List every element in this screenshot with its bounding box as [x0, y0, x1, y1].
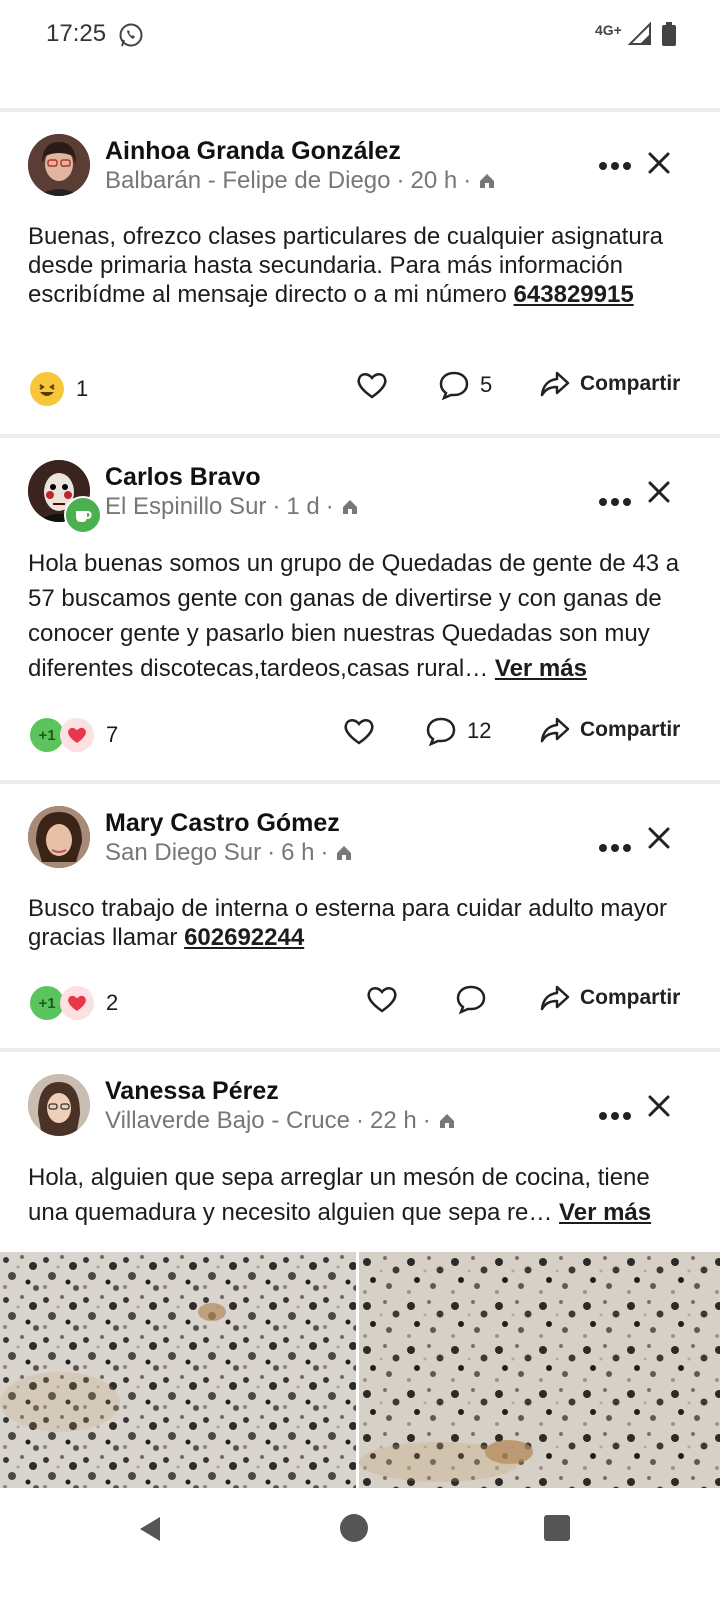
post-photos [0, 1252, 720, 1488]
home-icon [480, 174, 495, 188]
post-card: Ainhoa Granda González Balbarán - Felipe… [0, 112, 720, 434]
plus-one-reaction-icon: +1 [30, 718, 64, 752]
reaction-count: 7 [106, 722, 119, 747]
status-time: 17:25 [46, 20, 107, 47]
reaction-count: 1 [76, 376, 89, 401]
post-location[interactable]: Balbarán - Felipe de Diego [105, 167, 391, 195]
post-text: Hola, alguien que sepa arreglar un mesón… [28, 1164, 652, 1226]
comment-button[interactable] [455, 984, 487, 1014]
network-type: 4G+ [595, 22, 622, 38]
more-icon[interactable] [598, 832, 632, 860]
comment-button[interactable]: 5 [438, 370, 492, 400]
reaction-count: 2 [106, 990, 119, 1015]
post-actions: +1 7 12 Compartir [0, 708, 720, 758]
heart-icon [367, 987, 397, 1013]
previous-post-remnant [0, 68, 720, 108]
post-age: 6 h [281, 839, 315, 866]
more-icon[interactable] [598, 1100, 632, 1128]
post-text: Busco trabajo de interna o esterna para … [28, 895, 668, 951]
close-icon[interactable] [648, 1095, 670, 1122]
post-age: 20 h [410, 167, 458, 194]
photo-granite-2[interactable] [359, 1252, 720, 1488]
like-button[interactable] [366, 984, 398, 1014]
post-meta: San Diego Sur · 6 h · [105, 839, 354, 867]
close-icon[interactable] [648, 827, 670, 854]
author-name[interactable]: Carlos Bravo [105, 463, 261, 492]
avatar[interactable] [28, 1074, 90, 1136]
more-icon[interactable] [598, 486, 632, 514]
battery-icon [662, 22, 676, 51]
comment-icon [439, 371, 469, 400]
post-text: Hola buenas somos un grupo de Quedadas d… [28, 550, 680, 682]
comment-icon [456, 985, 486, 1014]
share-icon [540, 717, 570, 743]
share-button[interactable]: Compartir [540, 984, 680, 1012]
back-icon[interactable] [136, 1514, 164, 1549]
post-age: 22 h [370, 1107, 417, 1134]
post-meta: Villaverde Bajo - Cruce · 22 h · [105, 1107, 457, 1135]
navigation-bar [0, 1488, 720, 1600]
plus-one-reaction-icon: +1 [30, 986, 64, 1020]
share-label: Compartir [580, 718, 681, 741]
like-button[interactable] [343, 716, 375, 746]
reaction-summary[interactable]: +1 7 [30, 718, 118, 752]
comment-button[interactable]: 12 [425, 716, 491, 746]
post-card: Carlos Bravo El Espinillo Sur · 1 d · Hola… [0, 438, 720, 780]
share-icon [540, 985, 570, 1011]
comment-icon [426, 717, 456, 746]
whatsapp-icon [118, 22, 144, 53]
see-more-link[interactable]: Ver más [559, 1199, 651, 1226]
home-icon [337, 846, 352, 860]
laugh-reaction-icon [30, 372, 64, 406]
close-icon[interactable] [648, 481, 670, 508]
badge-icon [64, 496, 102, 534]
signal-icon [627, 21, 652, 51]
status-bar: 17:25 4G+ [0, 0, 720, 68]
photo-granite-1[interactable] [0, 1252, 356, 1488]
reaction-summary[interactable]: +1 2 [30, 986, 118, 1020]
share-label: Compartir [580, 372, 681, 395]
author-name[interactable]: Mary Castro Gómez [105, 809, 340, 838]
post-location[interactable]: El Espinillo Sur [105, 493, 266, 521]
heart-icon [357, 373, 387, 399]
comment-count: 5 [480, 372, 493, 397]
like-button[interactable] [356, 370, 388, 400]
post-card: Mary Castro Gómez San Diego Sur · 6 h · Bu… [0, 784, 720, 1048]
home-nav-icon[interactable] [339, 1513, 369, 1548]
post-age: 1 d [286, 493, 320, 520]
post-location[interactable]: San Diego Sur [105, 839, 261, 867]
post-meta: El Espinillo Sur · 1 d · [105, 493, 360, 521]
heart-reaction-icon [60, 718, 94, 752]
home-icon [342, 500, 357, 514]
author-name[interactable]: Ainhoa Granda González [105, 137, 401, 166]
more-icon[interactable] [598, 150, 632, 178]
share-button[interactable]: Compartir [540, 370, 680, 398]
comment-count: 12 [467, 718, 492, 743]
post-location[interactable]: Villaverde Bajo - Cruce [105, 1107, 350, 1135]
post-text: Buenas, ofrezco clases particulares de c… [28, 223, 664, 308]
phone-link[interactable]: 643829915 [514, 281, 634, 308]
recents-icon[interactable] [543, 1514, 571, 1547]
see-more-link[interactable]: Ver más [495, 655, 587, 682]
home-icon [439, 1114, 454, 1128]
heart-reaction-icon [60, 986, 94, 1020]
phone-link[interactable]: 602692244 [184, 924, 304, 951]
avatar[interactable] [28, 806, 90, 868]
share-button[interactable]: Compartir [540, 716, 680, 744]
close-icon[interactable] [648, 152, 670, 179]
share-icon [540, 371, 570, 397]
avatar[interactable] [28, 134, 90, 196]
author-name[interactable]: Vanessa Pérez [105, 1077, 279, 1106]
post-actions: +1 2 Compartir [0, 976, 720, 1026]
post-meta: Balbarán - Felipe de Diego · 20 h · [105, 167, 497, 195]
post-actions: 1 5 Compartir [0, 362, 720, 412]
heart-icon [344, 719, 374, 745]
reaction-summary[interactable]: 1 [30, 372, 88, 406]
share-label: Compartir [580, 986, 681, 1009]
